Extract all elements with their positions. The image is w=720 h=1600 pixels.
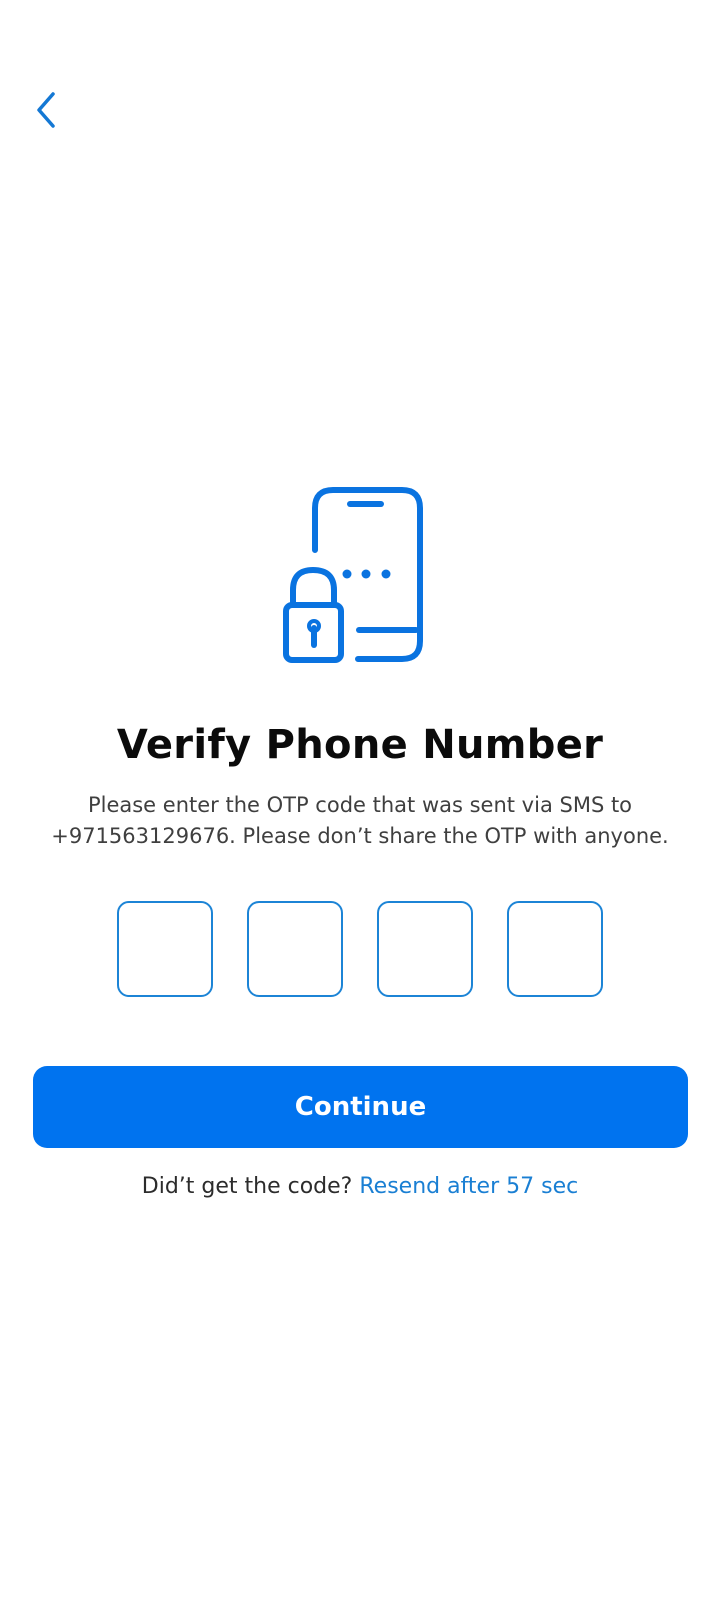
otp-digit-2[interactable]: [247, 901, 343, 997]
phone-lock-icon: [283, 487, 423, 663]
resend-row: Did’t get the code? Resend after 57 sec: [0, 1174, 720, 1199]
continue-button[interactable]: Continue: [33, 1066, 688, 1148]
otp-digit-3[interactable]: [377, 901, 473, 997]
resend-link[interactable]: Resend after 57 sec: [359, 1174, 578, 1199]
back-button[interactable]: [22, 82, 70, 138]
verify-phone-screen: Verify Phone Number Please enter the OTP…: [0, 0, 720, 1600]
otp-digit-1[interactable]: [117, 901, 213, 997]
chevron-left-icon: [37, 92, 55, 128]
page-title: Verify Phone Number: [116, 722, 604, 768]
resend-prompt: Did’t get the code?: [141, 1174, 353, 1199]
otp-input-group: [117, 901, 603, 997]
otp-instructions: Please enter the OTP code that was sent …: [51, 793, 669, 848]
otp-digit-4[interactable]: [507, 901, 603, 997]
